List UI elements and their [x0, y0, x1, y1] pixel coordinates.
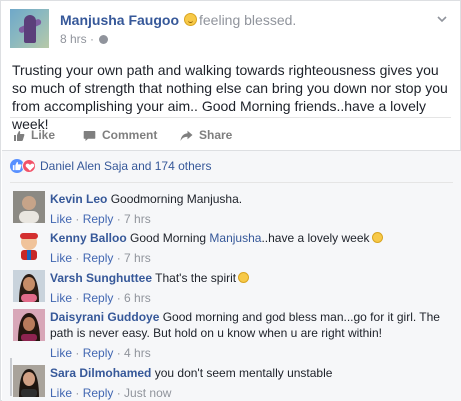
smile-emoji-icon [238, 272, 250, 283]
comment-text: Goodmorning Manjusha. [110, 192, 243, 206]
meta-separator: · [72, 346, 83, 360]
post-header: Manjusha Faugoo feeling blessed. 8 hrs · [10, 9, 451, 49]
comment-text: That's the spirit [155, 271, 237, 285]
comment-like-link[interactable]: Like [50, 346, 72, 360]
author-avatar[interactable] [10, 9, 49, 48]
like-label: Like [31, 128, 56, 142]
post-time[interactable]: 8 hrs [60, 32, 87, 46]
meta-separator: · [113, 212, 125, 226]
comment-meta: Like · Reply · 7 hrs [50, 211, 453, 227]
comment-body: Kevin Leo Goodmorning Manjusha. Like · R… [50, 191, 453, 227]
meta-separator: · [113, 291, 125, 305]
comment-meta: Like · Reply · Just now [50, 385, 453, 401]
comment-meta: Like · Reply · 4 hrs [50, 345, 453, 361]
comment-time[interactable]: Just now [124, 386, 171, 400]
commenter-avatar[interactable] [13, 191, 45, 223]
post-meta: 8 hrs · [60, 32, 109, 46]
tagged-name-link[interactable]: Manjusha [209, 231, 261, 245]
commenter-name[interactable]: Varsh Sunghuttee [50, 271, 152, 285]
comment-body: Kenny Balloo Good Morning Manjusha..have… [50, 230, 453, 266]
comment-reply-link[interactable]: Reply [83, 386, 114, 400]
comment-meta: Like · Reply · 7 hrs [50, 250, 453, 266]
commenter-avatar[interactable] [13, 230, 45, 262]
author-line: Manjusha Faugoo feeling blessed. [60, 12, 296, 28]
meta-separator: · [113, 386, 125, 400]
divider [10, 182, 453, 183]
comment-reply-link[interactable]: Reply [83, 346, 114, 360]
commenter-avatar[interactable] [13, 270, 45, 302]
meta-separator: · [113, 251, 125, 265]
meta-separator: · [72, 291, 83, 305]
share-label: Share [199, 128, 233, 142]
comment-like-link[interactable]: Like [50, 212, 72, 226]
comment-time[interactable]: 4 hrs [124, 346, 151, 360]
comment-text: Good Morning [130, 231, 210, 245]
commenter-avatar[interactable] [13, 365, 45, 397]
meta-separator: · [72, 212, 83, 226]
reactions-summary[interactable]: Daniel Alen Saja and 174 others [10, 159, 211, 177]
comment-text: ..have a lovely week [261, 231, 370, 245]
post-actions-bar: Like Comment Share [10, 117, 451, 149]
author-name[interactable]: Manjusha Faugoo [60, 12, 179, 28]
commenter-avatar[interactable] [13, 309, 45, 341]
comments-section: Daniel Alen Saja and 174 others Kevin Le… [2, 150, 461, 401]
blessed-emoji-icon [184, 13, 197, 26]
comment-label: Comment [102, 128, 158, 142]
comment-body: Daisyrani Guddoye Good morning and god b… [50, 309, 453, 361]
commenter-name[interactable]: Sara Dilmohamed [50, 366, 151, 380]
love-reaction-icon [22, 159, 36, 173]
comment-time[interactable]: 7 hrs [124, 212, 151, 226]
new-comment-marker [10, 358, 12, 396]
comment-meta: Like · Reply · 6 hrs [50, 290, 453, 306]
share-icon [180, 130, 193, 141]
commenter-name[interactable]: Kenny Balloo [50, 231, 127, 245]
smile-emoji-icon [371, 232, 383, 243]
meta-separator: · [113, 346, 125, 360]
feeling-text: feeling blessed. [199, 12, 297, 28]
comment-body: Sara Dilmohamed you don't seem mentally … [50, 365, 453, 401]
meta-separator: · [72, 386, 83, 400]
comment-reply-link[interactable]: Reply [83, 212, 114, 226]
share-button[interactable]: Share [180, 128, 232, 142]
commenter-name[interactable]: Kevin Leo [50, 192, 107, 206]
commenter-name[interactable]: Daisyrani Guddoye [50, 310, 159, 324]
comment-like-link[interactable]: Like [50, 251, 72, 265]
comment-body: Varsh Sunghuttee That's the spirit Like … [50, 270, 453, 306]
comment-time[interactable]: 7 hrs [124, 251, 151, 265]
comment-reply-link[interactable]: Reply [83, 291, 114, 305]
comment-icon [83, 131, 96, 141]
meta-separator: · [72, 251, 83, 265]
comment-like-link[interactable]: Like [50, 291, 72, 305]
meta-separator: · [90, 32, 95, 46]
comment-reply-link[interactable]: Reply [83, 251, 114, 265]
globe-icon[interactable] [99, 35, 109, 44]
reactions-text[interactable]: Daniel Alen Saja and 174 others [40, 159, 211, 173]
comment-button[interactable]: Comment [83, 128, 157, 142]
comment-time[interactable]: 6 hrs [124, 291, 151, 305]
like-button[interactable]: Like [13, 128, 55, 142]
chevron-down-icon[interactable] [437, 15, 447, 25]
post-card: Manjusha Faugoo feeling blessed. 8 hrs · … [0, 0, 461, 401]
comment-like-link[interactable]: Like [50, 386, 72, 400]
like-icon [14, 131, 25, 141]
comment-text: you don't seem mentally unstable [154, 366, 333, 380]
